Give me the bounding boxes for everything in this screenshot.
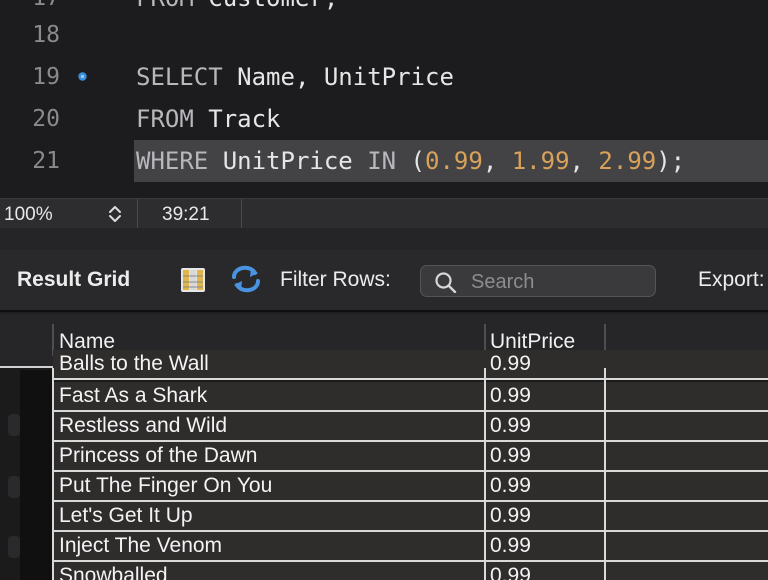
code-text: WHERE UnitPrice IN (0.99, 1.99, 2.99);	[136, 147, 685, 175]
code-token: ,	[482, 147, 512, 175]
scroll-stub	[8, 476, 20, 498]
code-token: );	[656, 147, 686, 175]
sql-editor[interactable]: 17 FROM Customer; 18 19 SELECT Name, Uni…	[0, 0, 768, 198]
cell-unitprice[interactable]: 0.99	[490, 414, 531, 438]
export-button[interactable]: Export:	[698, 268, 765, 292]
code-keyword: SELECT	[136, 63, 238, 91]
table-row[interactable]: Put The Finger On You 0.99	[53, 472, 768, 502]
code-line[interactable]: 18	[0, 14, 768, 56]
cell-unitprice[interactable]: 0.99	[490, 384, 531, 408]
code-text: SELECT Name, UnitPrice	[136, 63, 454, 91]
scroll-stub	[8, 414, 20, 436]
filter-search-input[interactable]	[471, 270, 651, 294]
cell-name[interactable]: Put The Finger On You	[59, 474, 272, 498]
code-token: (	[396, 147, 426, 175]
code-line[interactable]: 19 SELECT Name, UnitPrice	[0, 56, 768, 98]
result-grid: Name UnitPrice Balls to the Wall 0.99 Fa…	[0, 314, 768, 580]
code-line[interactable]: 20 FROM Track	[0, 98, 768, 140]
code-token: Customer;	[208, 0, 338, 12]
table-row[interactable]: Snowballed 0.99	[53, 562, 768, 580]
cell-unitprice[interactable]: 0.99	[490, 444, 531, 468]
table-row[interactable]: Restless and Wild 0.99	[53, 412, 768, 442]
line-number: 17	[0, 0, 60, 11]
status-divider	[241, 199, 242, 229]
code-line[interactable]: 21 WHERE UnitPrice IN (0.99, 1.99, 2.99)…	[0, 140, 768, 182]
code-keyword: IN	[367, 147, 397, 175]
line-number: 19	[32, 64, 60, 90]
zoom-level: 100%	[4, 204, 53, 225]
result-toolbar: Result Grid Filter Rows: Export:	[0, 250, 768, 312]
code-number: 2.99	[598, 147, 657, 175]
cell-name[interactable]: Balls to the Wall	[59, 352, 209, 376]
code-token: Track	[208, 105, 281, 133]
line-number: 18	[32, 22, 60, 48]
code-keyword: FROM	[136, 105, 209, 133]
form-editor-icon[interactable]	[179, 266, 207, 294]
table-row[interactable]: Let's Get It Up 0.99	[53, 502, 768, 532]
cell-unitprice[interactable]: 0.99	[490, 564, 531, 580]
cell-unitprice[interactable]: 0.99	[490, 504, 531, 528]
code-token: Name, UnitPrice	[237, 63, 454, 91]
filter-rows-label: Filter Rows:	[280, 268, 391, 291]
code-number: 1.99	[511, 147, 570, 175]
stepper-icon[interactable]	[106, 203, 124, 225]
scroll-stub	[8, 536, 20, 558]
refresh-icon[interactable]	[229, 264, 263, 294]
table-row[interactable]: Fast As a Shark 0.99	[53, 382, 768, 412]
table-row[interactable]: Inject The Venom 0.99	[53, 532, 768, 562]
cell-name[interactable]: Restless and Wild	[59, 414, 227, 438]
search-icon	[435, 272, 457, 293]
line-number: 21	[32, 148, 60, 174]
code-token: UnitPrice	[222, 147, 368, 175]
grid-line	[484, 368, 486, 580]
code-token: ,	[569, 147, 599, 175]
code-keyword: FROM	[136, 0, 208, 12]
breakpoint-marker-icon[interactable]	[77, 71, 88, 82]
cell-name[interactable]: Princess of the Dawn	[59, 444, 257, 468]
table-row[interactable]: Balls to the Wall 0.99	[53, 350, 768, 380]
line-number: 20	[32, 106, 60, 132]
cell-name[interactable]: Let's Get It Up	[59, 504, 193, 528]
status-divider	[137, 199, 138, 229]
code-text: FROM Customer;	[136, 0, 338, 12]
grid-line	[52, 368, 54, 580]
cell-unitprice[interactable]: 0.99	[490, 352, 531, 376]
grid-line	[604, 368, 606, 580]
cell-unitprice[interactable]: 0.99	[490, 534, 531, 558]
cell-name[interactable]: Snowballed	[59, 564, 168, 580]
code-text: FROM Track	[136, 105, 281, 133]
editor-status-bar: 100% 39:21	[0, 198, 768, 229]
result-grid-label[interactable]: Result Grid	[17, 268, 130, 292]
cell-unitprice[interactable]: 0.99	[490, 474, 531, 498]
table-row[interactable]: Princess of the Dawn 0.99	[53, 442, 768, 472]
panel-separator	[0, 228, 768, 250]
filter-search-box[interactable]	[420, 265, 656, 297]
code-number: 0.99	[425, 147, 483, 175]
cell-name[interactable]: Inject The Venom	[59, 534, 222, 558]
cursor-position: 39:21	[162, 204, 210, 225]
row-selector-gutter[interactable]	[20, 370, 53, 580]
code-keyword: WHERE	[136, 147, 223, 175]
cell-name[interactable]: Fast As a Shark	[59, 384, 207, 408]
